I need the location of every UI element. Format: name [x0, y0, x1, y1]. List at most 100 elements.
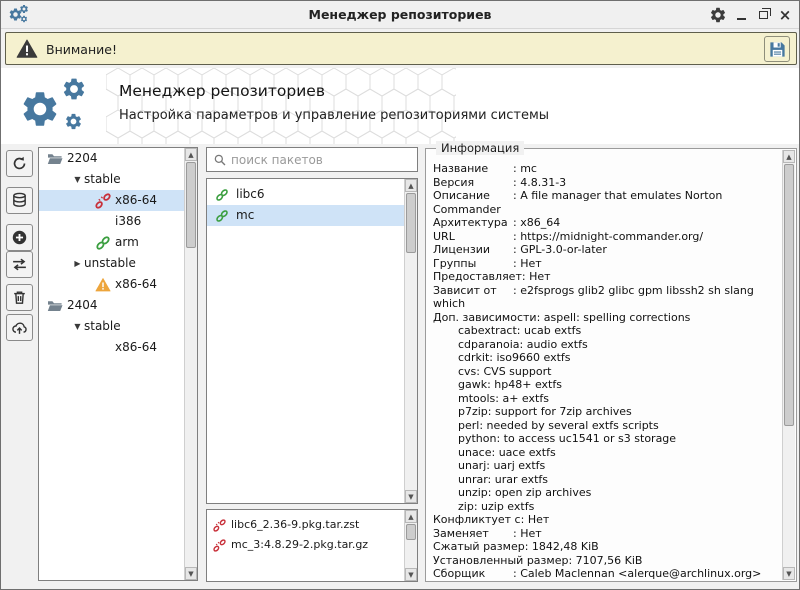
scroll-up-button[interactable]: ▲: [405, 179, 417, 192]
optdep-line: cabextract: ucab extfs: [433, 324, 774, 338]
info-field-installed-size: Установленный размер7107,56 KiB: [433, 554, 774, 568]
link-icon: [215, 209, 229, 223]
tree-item-stable-2204[interactable]: ▼ stable: [39, 169, 197, 190]
package-item-mc[interactable]: mc: [207, 205, 417, 226]
info-groupbox: Информация Названиеmc Версия4.8.31-3 Опи…: [425, 148, 797, 582]
info-field-optdeps: Доп. зависимостиaspell: spelling correct…: [433, 311, 774, 325]
link-icon: [215, 188, 229, 202]
database-button[interactable]: [6, 187, 33, 214]
info-content: Названиеmc Версия4.8.31-3 ОписаниеA file…: [433, 162, 774, 580]
folder-open-icon: [47, 298, 63, 314]
info-field-licenses: ЛицензииGPL-3.0-or-later: [433, 243, 774, 257]
tree-item-label: 2404: [67, 295, 98, 316]
info-field-provides: ПредоставляетНет: [433, 270, 774, 284]
optdep-line: unace: uace extfs: [433, 446, 774, 460]
tree-item-2404[interactable]: 2404: [39, 295, 197, 316]
tree-item-arm[interactable]: arm: [39, 232, 197, 253]
tree-item-unstable[interactable]: ▶ unstable: [39, 253, 197, 274]
database-icon: [11, 192, 28, 209]
tree-item-label: x86-64: [115, 190, 157, 211]
scroll-up-button[interactable]: ▲: [783, 150, 795, 163]
delete-button[interactable]: [6, 284, 33, 311]
tree-item-label: arm: [115, 232, 139, 253]
chevron-down-icon[interactable]: ▼: [71, 169, 84, 190]
optdep-line: unrar: urar extfs: [433, 473, 774, 487]
optdep-line: p7zip: support for 7zip archives: [433, 405, 774, 419]
info-field-depends: Зависит отe2fsprogs glib2 glibc gpm libs…: [433, 284, 774, 311]
minimize-button[interactable]: [733, 6, 749, 24]
scroll-down-button[interactable]: ▼: [185, 567, 197, 580]
tree-item-2204[interactable]: 2204: [39, 148, 197, 169]
info-scrollbar[interactable]: ▲ ▼: [782, 150, 795, 580]
tree-item-i386[interactable]: i386: [39, 211, 197, 232]
tree-item-label: x86-64: [115, 274, 157, 295]
header-title: Менеджер репозиториев: [119, 82, 549, 100]
package-label: libc6: [236, 184, 265, 205]
tree-item-x86-64-stable[interactable]: x86-64: [39, 190, 197, 211]
transfer-button[interactable]: [6, 251, 33, 278]
optdep-line: unarj: uarj extfs: [433, 459, 774, 473]
scroll-up-button[interactable]: ▲: [405, 510, 417, 523]
tree-item-stable-2404[interactable]: ▼ stable: [39, 316, 197, 337]
package-file-list: libc6_2.36-9.pkg.tar.zst mc_3:4.8.29-2.p…: [206, 509, 418, 582]
info-field-name: Названиеmc: [433, 162, 774, 176]
info-field-version: Версия4.8.31-3: [433, 176, 774, 190]
title-bar: Менеджер репозиториев ×: [1, 1, 799, 29]
tree-item-x86-64-unstable[interactable]: x86-64: [39, 274, 197, 295]
refresh-button[interactable]: [6, 150, 33, 177]
optdep-line: cdrkit: iso9660 extfs: [433, 351, 774, 365]
link-broken-icon: [95, 193, 111, 209]
info-field-conflicts: Конфликтует сНет: [433, 513, 774, 527]
chevron-down-icon[interactable]: ▼: [71, 316, 84, 337]
link-broken-icon: [213, 519, 226, 532]
optdep-line: cdparanoia: audio extfs: [433, 338, 774, 352]
settings-gear-icon[interactable]: [709, 6, 727, 24]
tree-item-x86-64-2404[interactable]: x86-64: [39, 337, 197, 358]
info-field-url: URLhttps://midnight-commander.org/: [433, 230, 774, 244]
info-field-architecture: Архитектураx86_64: [433, 216, 774, 230]
scroll-thumb[interactable]: [406, 193, 416, 253]
close-button[interactable]: ×: [777, 6, 793, 24]
optdep-line: cvs: CVS support: [433, 365, 774, 379]
header-text: Менеджер репозиториев Настройка параметр…: [119, 82, 549, 123]
trash-icon: [11, 289, 28, 306]
info-field-replaces: ЗаменяетНет: [433, 527, 774, 541]
file-item-libc6[interactable]: libc6_2.36-9.pkg.tar.zst: [207, 515, 417, 535]
scroll-down-button[interactable]: ▼: [783, 567, 795, 580]
warning-triangle-icon: [95, 277, 111, 293]
link-icon: [95, 235, 111, 251]
refresh-icon: [11, 155, 28, 172]
tree-item-label: unstable: [84, 253, 136, 274]
scroll-thumb[interactable]: [186, 162, 196, 248]
save-button[interactable]: [764, 36, 790, 62]
add-circle-icon: [11, 229, 28, 246]
tree-item-label: stable: [84, 316, 121, 337]
scroll-up-button[interactable]: ▲: [185, 148, 197, 161]
warning-text: Внимание!: [46, 33, 117, 66]
titlebar-controls: ×: [709, 1, 793, 29]
maximize-button[interactable]: [755, 6, 771, 24]
scroll-down-button[interactable]: ▼: [405, 568, 417, 581]
scroll-down-button[interactable]: ▼: [405, 490, 417, 503]
package-list-scrollbar[interactable]: ▲ ▼: [404, 179, 417, 503]
add-button[interactable]: [6, 224, 33, 251]
window-title: Менеджер репозиториев: [1, 1, 799, 29]
info-field-compressed-size: Сжатый размер1842,48 KiB: [433, 540, 774, 554]
transfer-arrows-icon: [11, 256, 28, 273]
folder-open-icon: [47, 151, 63, 167]
package-list: libc6 mc ▲ ▼: [206, 178, 418, 504]
search-input[interactable]: [231, 149, 401, 170]
scroll-thumb[interactable]: [406, 524, 416, 540]
warning-banner: Внимание!: [5, 32, 797, 65]
upload-button[interactable]: [6, 314, 33, 341]
floppy-icon: [768, 40, 787, 59]
chevron-right-icon[interactable]: ▶: [71, 253, 84, 274]
package-item-libc6[interactable]: libc6: [207, 184, 417, 205]
file-list-scrollbar[interactable]: ▲ ▼: [404, 510, 417, 581]
optdep-line: mtools: a+ extfs: [433, 392, 774, 406]
info-field-packager: СборщикCaleb Maclennan <alerque@archlinu…: [433, 567, 774, 580]
tree-scrollbar[interactable]: ▲ ▼: [184, 148, 197, 580]
file-item-mc[interactable]: mc_3:4.8.29-2.pkg.tar.gz: [207, 535, 417, 555]
scroll-thumb[interactable]: [784, 164, 794, 426]
optdep-line: python: to access uc1541 or s3 storage: [433, 432, 774, 446]
